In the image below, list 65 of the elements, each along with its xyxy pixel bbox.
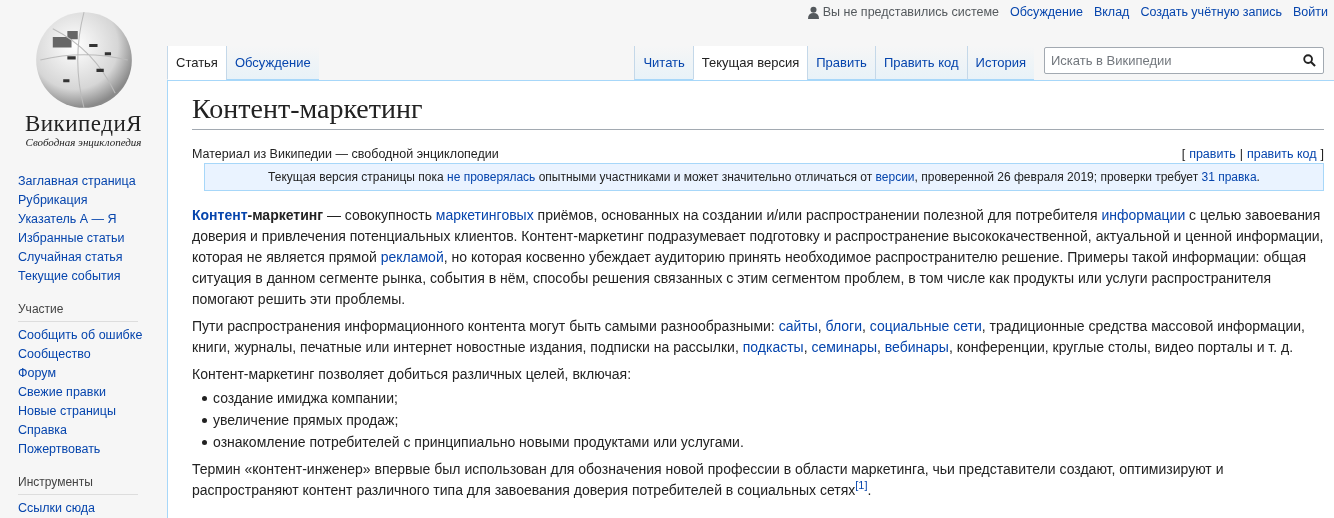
link[interactable]: социальные сети: [869, 318, 982, 334]
wordmark: ВикипедиЯ: [24, 112, 143, 136]
sidebar-link[interactable]: Заглавная страница: [18, 172, 167, 191]
link[interactable]: подкасты: [742, 339, 804, 355]
link[interactable]: маркетинговых: [435, 207, 534, 223]
sidebar-link[interactable]: Сообщить об ошибке: [18, 326, 167, 345]
link[interactable]: не проверялась: [447, 170, 536, 184]
sidebar-link[interactable]: Рубрикация: [18, 191, 167, 210]
link[interactable]: рекламой: [380, 249, 444, 265]
separator: |: [1239, 146, 1243, 162]
sidebar-link[interactable]: Текущие события: [18, 267, 167, 286]
user-link[interactable]: Создать учётную запись: [1140, 5, 1282, 19]
sidebar-link[interactable]: Указатель А — Я: [18, 210, 167, 229]
paragraph: Контент-маркетинг — совокупность маркетинговых приёмов, основанных на создании и/или распространении полезной для потребителя информации с целью завоевания доверия и привлечения потенциальных клиентов. Контент-маркетинг подразумевает подготовку и распространение высококачественной, актуальной и ценной информации, которая не является прямой рекламой, но которая косвенно убеждает аудиторию принять необходимое распространителю решение. Примеры такой информации: общая ситуация в данном сегменте рынка, события в нём, способы решения связанных с этим сегментом проблем, в том числе как продукты или услуги распространителя помогают решить эти проблемы.: [192, 206, 1324, 309]
sidebar-link[interactable]: Избранные статьи: [18, 229, 167, 248]
tab[interactable]: Править: [807, 46, 875, 80]
paragraph: Пути распространения информационного контента могут быть самыми разнообразными: сайты, блоги, социальные сети, традиционные средства массовой информации, книги, журналы, печатные или интернет новостные издания, подписки на рассылки, подкасты, семинары, вебинары, конференции, круглые столы, видео порталы и т. д.: [192, 317, 1306, 357]
search-icon[interactable]: [1303, 54, 1316, 67]
paragraph: Термин «контент-инженер» впервые был использован для обозначения новой профессии в области маркетинга, чьи представители создают, оптимизируют и распространяют контент различного типа для завоевания доверия потребителей в социальных сетях$^{[1]}$.: [192, 460, 1225, 500]
link[interactable]: 31 правка: [1201, 170, 1257, 184]
sidebar-link[interactable]: Ссылки сюда: [18, 499, 167, 518]
tab[interactable]: История: [966, 46, 1034, 80]
bullet-icon: [202, 439, 207, 445]
sidebar-link[interactable]: Форум: [18, 364, 167, 383]
sidebar-heading: Участие: [18, 299, 138, 322]
sidebar-link[interactable]: Сообщество: [18, 345, 167, 364]
sidebar-heading: Инструменты: [18, 472, 138, 495]
bullet-icon: [202, 395, 207, 401]
bracket: [: [1181, 146, 1186, 162]
edit-link[interactable]: править код: [1246, 146, 1317, 162]
link[interactable]: сайты: [778, 318, 818, 334]
tagline: Свободная энциклопедия: [25, 136, 142, 149]
login-status: Вы не представились системе: [822, 5, 1000, 19]
sidebar-link[interactable]: Справка: [18, 421, 167, 440]
tab[interactable]: Текущая версия: [692, 46, 808, 80]
user-link[interactable]: Вклад: [1093, 5, 1130, 19]
list-item: создание имиджа компании;: [213, 389, 398, 408]
reference-link[interactable]: [1]: [855, 479, 868, 492]
tab[interactable]: Обсуждение: [225, 46, 319, 80]
link[interactable]: информации: [1101, 207, 1186, 223]
sidebar-link[interactable]: Новые страницы: [18, 402, 167, 421]
link[interactable]: семинары: [811, 339, 878, 355]
tab[interactable]: Править код: [874, 46, 967, 80]
review-notice: Текущая версия страницы пока не проверялась опытными участниками и может значительно отличаться от версии, проверенной 26 февраля 2019; проверки требует 31 правка.: [204, 163, 1324, 191]
link[interactable]: Контент: [192, 207, 248, 223]
edit-link[interactable]: править: [1189, 146, 1236, 162]
link[interactable]: вебинары: [884, 339, 949, 355]
page-title: Контент-маркетинг: [192, 91, 1324, 130]
user-icon: [807, 5, 819, 19]
sidebar-link[interactable]: Случайная статья: [18, 248, 167, 267]
bracket: ]: [1320, 146, 1324, 162]
tab[interactable]: Статья: [167, 46, 226, 80]
sidebar-link[interactable]: Пожертвовать: [18, 440, 167, 459]
list-item: ознакомление потребителей с принципиально новыми продуктами или услугами.: [213, 433, 744, 452]
site-subtitle: Материал из Википедии — свободной энциклопедии: [192, 146, 499, 162]
paragraph: Контент-маркетинг позволяет добиться различных целей, включая:: [192, 365, 633, 384]
link[interactable]: блоги: [825, 318, 862, 334]
tab[interactable]: Читать: [634, 46, 693, 80]
sidebar-link[interactable]: Свежие правки: [18, 383, 167, 402]
list-item: увеличение прямых продаж;: [213, 411, 399, 430]
link[interactable]: версии: [875, 170, 915, 184]
user-link[interactable]: Обсуждение: [1010, 5, 1083, 19]
bullet-icon: [202, 417, 207, 423]
user-link[interactable]: Войти: [1293, 5, 1328, 19]
search-field[interactable]: Искать в Википедии: [1044, 47, 1324, 74]
